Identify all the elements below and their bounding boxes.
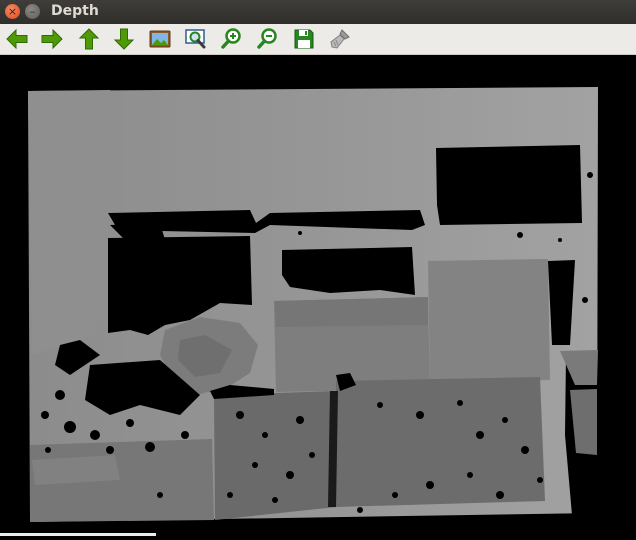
title-bar: × – Depth — [0, 0, 636, 24]
arrow-down-icon — [113, 28, 135, 50]
pan-down-button[interactable] — [112, 27, 136, 51]
save-icon — [294, 29, 314, 49]
minimize-icon: – — [29, 5, 36, 18]
pan-right-button[interactable] — [40, 27, 64, 51]
close-window-button[interactable]: × — [5, 4, 20, 19]
image-icon — [149, 30, 171, 48]
pan-left-button[interactable] — [5, 27, 29, 51]
window-title: Depth — [51, 3, 99, 19]
depth-image — [28, 87, 598, 522]
zoom-rect-icon — [185, 29, 206, 49]
pan-up-button[interactable] — [77, 27, 101, 51]
arrow-up-icon — [78, 28, 100, 50]
zoom-original-button[interactable] — [148, 27, 172, 51]
zoom-in-button[interactable] — [220, 27, 244, 51]
minimize-window-button[interactable]: – — [25, 4, 40, 19]
close-icon: × — [7, 5, 18, 18]
arrow-right-icon — [41, 28, 63, 50]
zoom-in-icon — [221, 28, 241, 49]
zoom-out-icon — [257, 28, 277, 49]
depth-image-view[interactable] — [0, 55, 636, 536]
arrow-left-icon — [6, 28, 28, 50]
toolbar — [0, 24, 636, 55]
zoom-to-fit-button[interactable] — [184, 27, 208, 51]
zoom-out-button[interactable] — [256, 27, 280, 51]
save-button[interactable] — [292, 27, 316, 51]
properties-button[interactable] — [328, 27, 352, 51]
brush-icon — [330, 29, 350, 49]
